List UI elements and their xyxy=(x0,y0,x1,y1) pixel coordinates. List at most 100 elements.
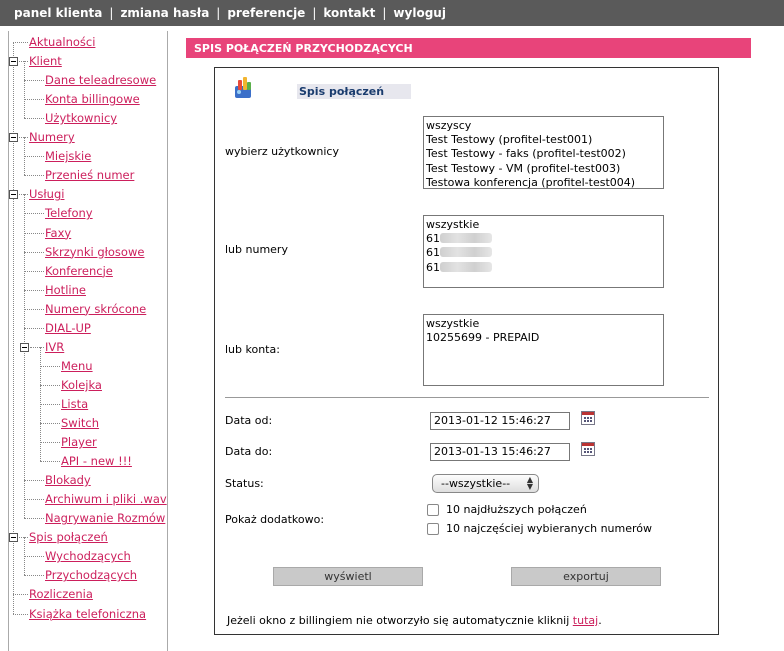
section-header: SPIS POŁĄCZEŃ PRZYCHODZĄCYCH xyxy=(186,38,751,58)
sidebar-item[interactable]: DIAL-UP xyxy=(45,321,91,335)
list-option[interactable]: Test Testowy - VM (profitel-test003) xyxy=(426,162,661,176)
sidebar-item[interactable]: Hotline xyxy=(45,283,86,297)
tree-line xyxy=(19,61,28,63)
sidebar-item[interactable]: Użytkownicy xyxy=(45,111,117,125)
tree-line xyxy=(24,308,44,310)
list-option-text: Test Testowy (profitel-test001) xyxy=(426,133,593,147)
sidebar-item[interactable]: Numery xyxy=(29,130,75,144)
collapse-icon xyxy=(20,342,29,352)
longest-calls-checkbox[interactable] xyxy=(427,504,439,516)
list-option[interactable]: wszyscy xyxy=(426,119,661,133)
nav-link[interactable]: panel klienta xyxy=(14,6,102,20)
export-button[interactable]: exportuj xyxy=(511,567,661,586)
nav-link[interactable]: preferencje xyxy=(227,6,305,20)
call-list-panel: Spis połączeń wybierz użytkownicy wszysc… xyxy=(214,67,719,635)
sidebar-item[interactable]: Archiwum i pliki .wav xyxy=(45,492,167,506)
tree-line xyxy=(24,156,44,158)
sidebar-item[interactable]: Aktualności xyxy=(29,35,95,49)
tree-line xyxy=(24,175,44,177)
date-from-input[interactable]: 2013-01-12 15:46:27 xyxy=(430,412,570,430)
sidebar-item[interactable]: Player xyxy=(61,435,97,449)
list-option[interactable]: 61 xyxy=(426,232,661,246)
footnote-link[interactable]: tutaj xyxy=(573,614,598,627)
status-select-value: --wszystkie-- xyxy=(441,477,511,490)
sidebar-item[interactable]: Blokady xyxy=(45,473,91,487)
tree-line xyxy=(30,346,44,348)
sidebar-item[interactable]: Wychodzących xyxy=(45,549,131,563)
numbers-select[interactable]: wszystkie 61 61 61 xyxy=(423,215,664,288)
footnote-end: . xyxy=(598,614,602,627)
list-option-text: Testowa konferencja (profitel-test004) xyxy=(426,175,636,189)
calendar-icon[interactable] xyxy=(581,442,595,456)
sidebar-item[interactable]: Telefony xyxy=(45,206,93,220)
sidebar-item[interactable]: Lista xyxy=(61,397,88,411)
sidebar-item[interactable]: Rozliczenia xyxy=(29,587,93,601)
divider xyxy=(225,397,709,398)
sidebar-item[interactable]: Konta billingowe xyxy=(45,92,140,106)
sidebar-item[interactable]: Książka telefoniczna xyxy=(29,607,146,621)
status-select[interactable]: --wszystkie-- ▲ ▼ xyxy=(432,474,539,493)
extra-label: Pokaż dodatkowo: xyxy=(225,513,325,526)
nav-separator: | xyxy=(382,6,387,20)
list-option[interactable]: wszystkie xyxy=(426,317,661,331)
tree-line xyxy=(24,61,25,119)
tree-line xyxy=(24,270,44,272)
status-label: Status: xyxy=(225,477,264,490)
nav-link[interactable]: wyloguj xyxy=(393,6,446,20)
list-option[interactable]: 10255699 - PREPAID xyxy=(426,331,661,345)
tree-line xyxy=(13,594,28,596)
tree-line xyxy=(13,42,28,43)
footnote: Jeżeli okno z billingiem nie otworzyło s… xyxy=(227,614,602,627)
list-option[interactable]: 61 xyxy=(426,261,661,275)
collapse-icon xyxy=(9,133,18,143)
users-label: wybierz użytkownicy xyxy=(225,145,339,158)
list-option[interactable]: 61 xyxy=(426,246,661,260)
list-option[interactable]: Test Testowy (profitel-test001) xyxy=(426,133,661,147)
sidebar-item[interactable]: Przenieś numer xyxy=(45,168,134,182)
sidebar-item[interactable]: IVR xyxy=(45,340,64,354)
sidebar-item[interactable]: Przychodzących xyxy=(45,568,137,582)
calendar-icon[interactable] xyxy=(581,411,595,425)
users-select[interactable]: wszyscy Test Testowy (profitel-test001) Te… xyxy=(423,116,664,189)
sidebar-item[interactable]: Numery skrócone xyxy=(45,302,146,316)
panel-title: Spis połączeń xyxy=(297,84,411,99)
sidebar-item[interactable]: Dane teleadresowe xyxy=(45,73,156,87)
sidebar-tree: Aktualności Klient Dane teleadresowe Konta … xyxy=(8,31,168,651)
sidebar-item[interactable]: Klient xyxy=(29,54,62,68)
sidebar-item[interactable]: Konferencje xyxy=(45,264,113,278)
footnote-text: Jeżeli okno z billingiem nie otworzyło s… xyxy=(227,614,570,627)
sidebar-item[interactable]: API - new !!! xyxy=(61,454,132,468)
frequent-numbers-label: 10 najczęściej wybieranych numerów xyxy=(446,522,653,535)
sidebar-item[interactable]: Spis połączeń xyxy=(29,530,108,544)
sidebar-item[interactable]: Nagrywanie Rozmów xyxy=(45,511,165,525)
accounts-select[interactable]: wszystkie 10255699 - PREPAID xyxy=(423,314,664,386)
frequent-numbers-checkbox[interactable] xyxy=(427,523,439,535)
tree-line xyxy=(19,194,28,196)
nav-link[interactable]: zmiana hasła xyxy=(120,6,209,20)
nav-link[interactable]: kontakt xyxy=(323,6,375,20)
sidebar-item[interactable]: Kolejka xyxy=(61,378,102,392)
list-option-text: wszystkie xyxy=(426,317,480,330)
sidebar-item[interactable]: Switch xyxy=(61,416,99,430)
list-option[interactable]: Test Testowy - faks (profitel-test002) xyxy=(426,147,661,161)
redacted-number xyxy=(440,261,492,272)
show-button[interactable]: wyświetl xyxy=(273,567,423,586)
list-option[interactable]: Testowa konferencja (profitel-test004) xyxy=(426,175,661,189)
tree-line xyxy=(13,42,14,614)
sidebar-item[interactable]: Usługi xyxy=(29,187,64,201)
select-arrows-icon: ▲ ▼ xyxy=(526,475,533,491)
date-to-input[interactable]: 2013-01-13 15:46:27 xyxy=(430,443,570,461)
sidebar-item[interactable]: Faxy xyxy=(45,226,71,240)
collapse-icon xyxy=(9,190,18,200)
sidebar-item[interactable]: Miejskie xyxy=(45,149,91,163)
list-option-text: Test Testowy - VM (profitel-test003) xyxy=(426,161,621,175)
list-option[interactable]: wszystkie xyxy=(426,218,661,232)
sidebar-item[interactable]: Skrzynki głosowe xyxy=(45,245,144,259)
call-list-icon xyxy=(235,77,251,98)
tree-line xyxy=(24,118,44,120)
sidebar-item[interactable]: Menu xyxy=(61,359,93,373)
accounts-label: lub konta: xyxy=(225,343,280,356)
tree-line xyxy=(24,289,44,291)
section-header-title: SPIS POŁĄCZEŃ PRZYCHODZĄCYCH xyxy=(194,41,413,55)
redacted-number xyxy=(440,233,492,244)
